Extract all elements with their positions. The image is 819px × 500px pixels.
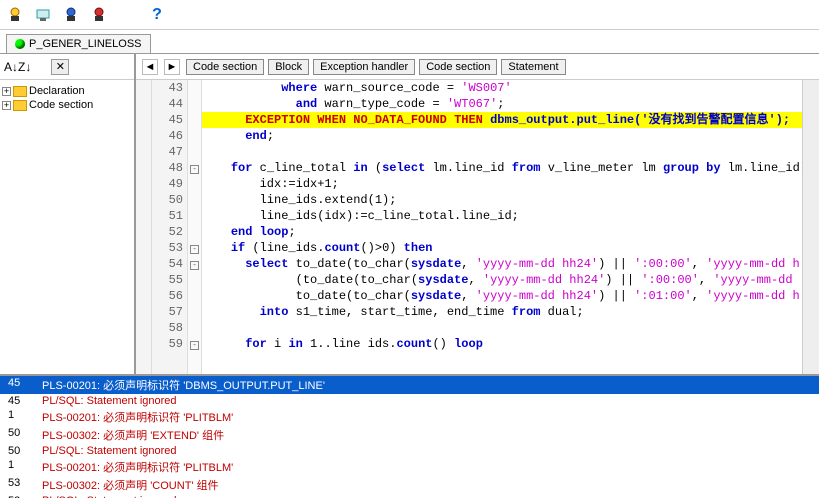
run-status-icon — [15, 39, 25, 49]
help-icon[interactable]: ? — [148, 6, 166, 24]
error-line: 50 — [8, 427, 42, 443]
tool-icon-2[interactable] — [34, 6, 52, 24]
error-message: PL/SQL: Statement ignored — [42, 445, 811, 457]
error-row[interactable]: 1PLS-00201: 必须声明标识符 'PLITBLM' — [0, 458, 819, 476]
tree-label: Declaration — [29, 85, 85, 97]
code-editor[interactable]: 4344454647484950515253545556575859 - -- … — [136, 80, 819, 374]
tool-icon-3[interactable] — [62, 6, 80, 24]
tree-item[interactable]: + Declaration — [2, 84, 132, 98]
main-area: A↓Z↓ ✕ + Declaration + Code section ◄ ► Cod… — [0, 54, 819, 374]
fold-toggle-icon[interactable]: - — [190, 341, 199, 350]
error-message: PLS-00201: 必须声明标识符 'DBMS_OUTPUT.PUT_LINE… — [42, 377, 811, 393]
main-toolbar: ? — [0, 0, 819, 30]
structure-toolbar: A↓Z↓ ✕ — [0, 54, 134, 80]
fold-toggle-icon[interactable]: - — [190, 245, 199, 254]
error-message: PLS-00201: 必须声明标识符 'PLITBLM' — [42, 409, 811, 425]
error-line: 1 — [8, 459, 42, 475]
expand-icon[interactable]: + — [2, 101, 11, 110]
fold-toggle-icon[interactable]: - — [190, 261, 199, 270]
breadcrumb-path: Code sectionBlockException handlerCode s… — [186, 59, 566, 75]
fold-gutter[interactable]: - - - - — [188, 80, 202, 374]
line-number-gutter: 4344454647484950515253545556575859 — [152, 80, 188, 374]
tab-label: P_GENER_LINELOSS — [29, 38, 142, 50]
code-area[interactable]: where warn_source_code = 'WS007' and war… — [202, 80, 802, 374]
error-line: 45 — [8, 395, 42, 407]
tree-label: Code section — [29, 99, 93, 111]
breadcrumb-prev-icon[interactable]: ◄ — [142, 59, 158, 75]
error-message: PLS-00302: 必须声明 'COUNT' 组件 — [42, 477, 811, 493]
error-line: 45 — [8, 377, 42, 393]
close-panel-button[interactable]: ✕ — [51, 59, 69, 75]
tool-icon-4[interactable] — [90, 6, 108, 24]
editor-panel: ◄ ► Code sectionBlockException handlerCo… — [136, 54, 819, 374]
breadcrumb-bar: ◄ ► Code sectionBlockException handlerCo… — [136, 54, 819, 80]
tree-item[interactable]: + Code section — [2, 98, 132, 112]
error-row[interactable]: 53PLS-00302: 必须声明 'COUNT' 组件 — [0, 476, 819, 494]
structure-panel: A↓Z↓ ✕ + Declaration + Code section — [0, 54, 136, 374]
error-row[interactable]: 45PL/SQL: Statement ignored — [0, 394, 819, 408]
breadcrumb-item[interactable]: Code section — [186, 59, 264, 75]
vertical-scrollbar[interactable] — [802, 80, 819, 374]
folder-icon — [13, 86, 27, 97]
error-row[interactable]: 45PLS-00201: 必须声明标识符 'DBMS_OUTPUT.PUT_LI… — [0, 376, 819, 394]
breadcrumb-item[interactable]: Exception handler — [313, 59, 415, 75]
error-row[interactable]: 50PL/SQL: Statement ignored — [0, 444, 819, 458]
error-row[interactable]: 50PLS-00302: 必须声明 'EXTEND' 组件 — [0, 426, 819, 444]
error-row[interactable]: 1PLS-00201: 必须声明标识符 'PLITBLM' — [0, 408, 819, 426]
tab-bar: P_GENER_LINELOSS — [0, 30, 819, 54]
expand-icon[interactable]: + — [2, 87, 11, 96]
breadcrumb-next-icon[interactable]: ► — [164, 59, 180, 75]
error-row[interactable]: 53PL/SQL: Statement ignored — [0, 494, 819, 498]
error-message: PLS-00302: 必须声明 'EXTEND' 组件 — [42, 427, 811, 443]
structure-tree: + Declaration + Code section — [0, 80, 134, 374]
error-message: PL/SQL: Statement ignored — [42, 395, 811, 407]
error-list-panel: 45PLS-00201: 必须声明标识符 'DBMS_OUTPUT.PUT_LI… — [0, 374, 819, 498]
tool-icon-1[interactable] — [6, 6, 24, 24]
error-line: 53 — [8, 495, 42, 498]
sort-button[interactable]: A↓Z↓ — [4, 60, 31, 74]
fold-toggle-icon[interactable]: - — [190, 165, 199, 174]
error-line: 1 — [8, 409, 42, 425]
breadcrumb-item[interactable]: Statement — [501, 59, 565, 75]
error-message: PLS-00201: 必须声明标识符 'PLITBLM' — [42, 459, 811, 475]
tab-proc[interactable]: P_GENER_LINELOSS — [6, 34, 151, 53]
error-line: 50 — [8, 445, 42, 457]
breadcrumb-item[interactable]: Block — [268, 59, 309, 75]
error-message: PL/SQL: Statement ignored — [42, 495, 811, 498]
breadcrumb-item[interactable]: Code section — [419, 59, 497, 75]
folder-icon — [13, 100, 27, 111]
error-line: 53 — [8, 477, 42, 493]
